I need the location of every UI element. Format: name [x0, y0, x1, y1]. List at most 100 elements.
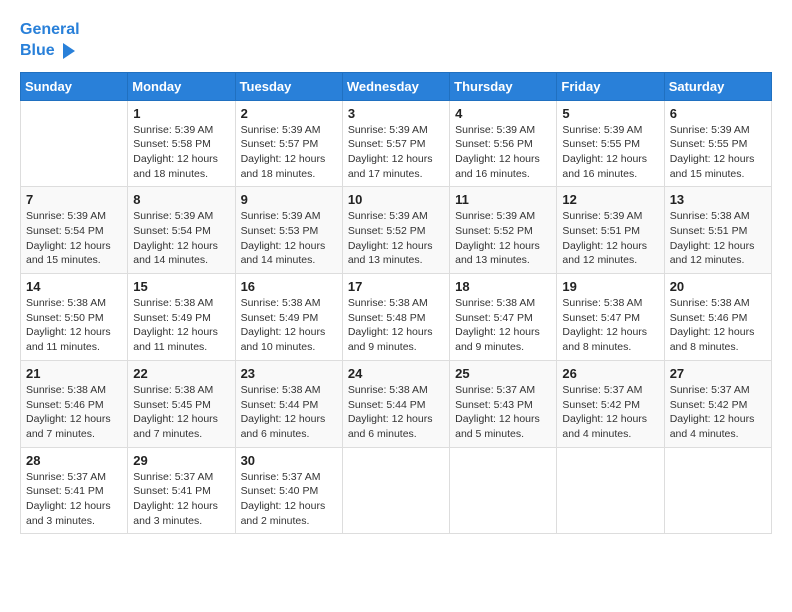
- day-info: Sunrise: 5:37 AM Sunset: 5:41 PM Dayligh…: [133, 470, 229, 529]
- day-info: Sunrise: 5:38 AM Sunset: 5:46 PM Dayligh…: [670, 296, 766, 355]
- day-info: Sunrise: 5:39 AM Sunset: 5:54 PM Dayligh…: [26, 209, 122, 268]
- day-number: 10: [348, 192, 444, 207]
- day-number: 7: [26, 192, 122, 207]
- calendar-day-cell: [21, 100, 128, 187]
- calendar-day-cell: 9 Sunrise: 5:39 AM Sunset: 5:53 PM Daylig…: [235, 187, 342, 274]
- day-info: Sunrise: 5:37 AM Sunset: 5:43 PM Dayligh…: [455, 383, 551, 442]
- weekday-header: Saturday: [664, 72, 771, 100]
- day-number: 5: [562, 106, 658, 121]
- calendar-day-cell: 13 Sunrise: 5:38 AM Sunset: 5:51 PM Dayli…: [664, 187, 771, 274]
- calendar-day-cell: [450, 447, 557, 534]
- calendar-week-row: 28 Sunrise: 5:37 AM Sunset: 5:41 PM Dayli…: [21, 447, 772, 534]
- day-info: Sunrise: 5:39 AM Sunset: 5:53 PM Dayligh…: [241, 209, 337, 268]
- day-info: Sunrise: 5:38 AM Sunset: 5:47 PM Dayligh…: [455, 296, 551, 355]
- day-info: Sunrise: 5:37 AM Sunset: 5:41 PM Dayligh…: [26, 470, 122, 529]
- day-number: 9: [241, 192, 337, 207]
- day-number: 24: [348, 366, 444, 381]
- weekday-header: Wednesday: [342, 72, 449, 100]
- day-number: 21: [26, 366, 122, 381]
- weekday-header: Friday: [557, 72, 664, 100]
- calendar-day-cell: 26 Sunrise: 5:37 AM Sunset: 5:42 PM Dayli…: [557, 360, 664, 447]
- logo-text: GeneralBlue: [20, 20, 80, 62]
- page-header: GeneralBlue: [20, 20, 772, 62]
- day-info: Sunrise: 5:38 AM Sunset: 5:44 PM Dayligh…: [241, 383, 337, 442]
- day-number: 14: [26, 279, 122, 294]
- day-info: Sunrise: 5:39 AM Sunset: 5:58 PM Dayligh…: [133, 123, 229, 182]
- weekday-header: Sunday: [21, 72, 128, 100]
- day-number: 1: [133, 106, 229, 121]
- logo: GeneralBlue: [20, 20, 80, 62]
- day-number: 19: [562, 279, 658, 294]
- day-number: 3: [348, 106, 444, 121]
- day-number: 17: [348, 279, 444, 294]
- day-info: Sunrise: 5:39 AM Sunset: 5:55 PM Dayligh…: [670, 123, 766, 182]
- calendar-day-cell: 24 Sunrise: 5:38 AM Sunset: 5:44 PM Dayli…: [342, 360, 449, 447]
- day-number: 20: [670, 279, 766, 294]
- day-info: Sunrise: 5:39 AM Sunset: 5:57 PM Dayligh…: [241, 123, 337, 182]
- day-info: Sunrise: 5:38 AM Sunset: 5:50 PM Dayligh…: [26, 296, 122, 355]
- day-info: Sunrise: 5:39 AM Sunset: 5:51 PM Dayligh…: [562, 209, 658, 268]
- calendar-day-cell: 17 Sunrise: 5:38 AM Sunset: 5:48 PM Dayli…: [342, 274, 449, 361]
- day-info: Sunrise: 5:39 AM Sunset: 5:52 PM Dayligh…: [348, 209, 444, 268]
- calendar-week-row: 14 Sunrise: 5:38 AM Sunset: 5:50 PM Dayli…: [21, 274, 772, 361]
- day-info: Sunrise: 5:39 AM Sunset: 5:55 PM Dayligh…: [562, 123, 658, 182]
- day-number: 6: [670, 106, 766, 121]
- day-number: 30: [241, 453, 337, 468]
- day-info: Sunrise: 5:38 AM Sunset: 5:46 PM Dayligh…: [26, 383, 122, 442]
- calendar-day-cell: 22 Sunrise: 5:38 AM Sunset: 5:45 PM Dayli…: [128, 360, 235, 447]
- calendar-day-cell: 20 Sunrise: 5:38 AM Sunset: 5:46 PM Dayli…: [664, 274, 771, 361]
- calendar-day-cell: 1 Sunrise: 5:39 AM Sunset: 5:58 PM Daylig…: [128, 100, 235, 187]
- calendar-day-cell: 14 Sunrise: 5:38 AM Sunset: 5:50 PM Dayli…: [21, 274, 128, 361]
- calendar-day-cell: 25 Sunrise: 5:37 AM Sunset: 5:43 PM Dayli…: [450, 360, 557, 447]
- calendar-day-cell: 12 Sunrise: 5:39 AM Sunset: 5:51 PM Dayli…: [557, 187, 664, 274]
- day-info: Sunrise: 5:38 AM Sunset: 5:49 PM Dayligh…: [241, 296, 337, 355]
- day-info: Sunrise: 5:37 AM Sunset: 5:42 PM Dayligh…: [562, 383, 658, 442]
- calendar-day-cell: [557, 447, 664, 534]
- day-info: Sunrise: 5:39 AM Sunset: 5:57 PM Dayligh…: [348, 123, 444, 182]
- day-number: 22: [133, 366, 229, 381]
- day-number: 25: [455, 366, 551, 381]
- day-number: 12: [562, 192, 658, 207]
- day-number: 29: [133, 453, 229, 468]
- day-number: 15: [133, 279, 229, 294]
- day-info: Sunrise: 5:39 AM Sunset: 5:54 PM Dayligh…: [133, 209, 229, 268]
- calendar-week-row: 1 Sunrise: 5:39 AM Sunset: 5:58 PM Daylig…: [21, 100, 772, 187]
- day-info: Sunrise: 5:38 AM Sunset: 5:47 PM Dayligh…: [562, 296, 658, 355]
- day-info: Sunrise: 5:37 AM Sunset: 5:42 PM Dayligh…: [670, 383, 766, 442]
- weekday-header: Tuesday: [235, 72, 342, 100]
- day-info: Sunrise: 5:38 AM Sunset: 5:48 PM Dayligh…: [348, 296, 444, 355]
- day-info: Sunrise: 5:39 AM Sunset: 5:56 PM Dayligh…: [455, 123, 551, 182]
- calendar-day-cell: 27 Sunrise: 5:37 AM Sunset: 5:42 PM Dayli…: [664, 360, 771, 447]
- day-number: 23: [241, 366, 337, 381]
- calendar-day-cell: 6 Sunrise: 5:39 AM Sunset: 5:55 PM Daylig…: [664, 100, 771, 187]
- day-number: 11: [455, 192, 551, 207]
- calendar-week-row: 7 Sunrise: 5:39 AM Sunset: 5:54 PM Daylig…: [21, 187, 772, 274]
- calendar-day-cell: 23 Sunrise: 5:38 AM Sunset: 5:44 PM Dayli…: [235, 360, 342, 447]
- day-number: 13: [670, 192, 766, 207]
- calendar-day-cell: 8Sunrise: 5:39 AM Sunset: 5:54 PM Daylig…: [128, 187, 235, 274]
- calendar-day-cell: 10 Sunrise: 5:39 AM Sunset: 5:52 PM Dayli…: [342, 187, 449, 274]
- day-number: 18: [455, 279, 551, 294]
- calendar-day-cell: 19 Sunrise: 5:38 AM Sunset: 5:47 PM Dayli…: [557, 274, 664, 361]
- calendar-day-cell: [342, 447, 449, 534]
- weekday-header: Monday: [128, 72, 235, 100]
- weekday-header: Thursday: [450, 72, 557, 100]
- calendar-day-cell: 7 Sunrise: 5:39 AM Sunset: 5:54 PM Daylig…: [21, 187, 128, 274]
- calendar-day-cell: 30 Sunrise: 5:37 AM Sunset: 5:40 PM Dayli…: [235, 447, 342, 534]
- day-number: 26: [562, 366, 658, 381]
- day-info: Sunrise: 5:38 AM Sunset: 5:44 PM Dayligh…: [348, 383, 444, 442]
- day-info: Sunrise: 5:39 AM Sunset: 5:52 PM Dayligh…: [455, 209, 551, 268]
- day-info: Sunrise: 5:38 AM Sunset: 5:49 PM Dayligh…: [133, 296, 229, 355]
- day-info: Sunrise: 5:37 AM Sunset: 5:40 PM Dayligh…: [241, 470, 337, 529]
- calendar-day-cell: 3 Sunrise: 5:39 AM Sunset: 5:57 PM Daylig…: [342, 100, 449, 187]
- calendar-day-cell: 2Sunrise: 5:39 AM Sunset: 5:57 PM Daylig…: [235, 100, 342, 187]
- day-info: Sunrise: 5:38 AM Sunset: 5:51 PM Dayligh…: [670, 209, 766, 268]
- day-number: 4: [455, 106, 551, 121]
- calendar-day-cell: 21 Sunrise: 5:38 AM Sunset: 5:46 PM Dayli…: [21, 360, 128, 447]
- calendar-day-cell: 5 Sunrise: 5:39 AM Sunset: 5:55 PM Daylig…: [557, 100, 664, 187]
- day-info: Sunrise: 5:38 AM Sunset: 5:45 PM Dayligh…: [133, 383, 229, 442]
- calendar-day-cell: 16Sunrise: 5:38 AM Sunset: 5:49 PM Dayli…: [235, 274, 342, 361]
- day-number: 28: [26, 453, 122, 468]
- day-number: 27: [670, 366, 766, 381]
- calendar-day-cell: [664, 447, 771, 534]
